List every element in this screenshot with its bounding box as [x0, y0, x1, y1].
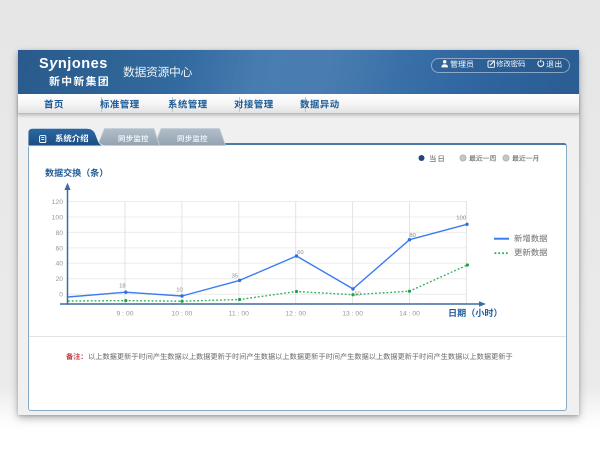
svg-text:12 : 00: 12 : 00 — [285, 310, 306, 317]
svg-text:35: 35 — [232, 274, 239, 280]
svg-text:9 : 00: 9 : 00 — [116, 310, 133, 317]
svg-text:18: 18 — [119, 283, 126, 289]
svg-text:20: 20 — [55, 276, 63, 283]
svg-text:80: 80 — [55, 230, 63, 237]
svg-text:100: 100 — [456, 216, 467, 222]
svg-text:10: 10 — [354, 292, 361, 298]
svg-text:60: 60 — [55, 245, 63, 252]
svg-text:10: 10 — [176, 288, 183, 294]
svg-text:40: 40 — [55, 261, 63, 268]
svg-text:80: 80 — [409, 233, 416, 239]
svg-text:60: 60 — [297, 250, 304, 256]
svg-text:11 : 00: 11 : 00 — [229, 310, 250, 317]
svg-text:10 : 00: 10 : 00 — [172, 310, 193, 317]
svg-text:13 : 00: 13 : 00 — [342, 310, 363, 317]
svg-text:120: 120 — [52, 199, 64, 206]
svg-text:0: 0 — [59, 292, 63, 299]
svg-text:100: 100 — [52, 214, 64, 221]
svg-text:14 : 00: 14 : 00 — [399, 310, 420, 317]
